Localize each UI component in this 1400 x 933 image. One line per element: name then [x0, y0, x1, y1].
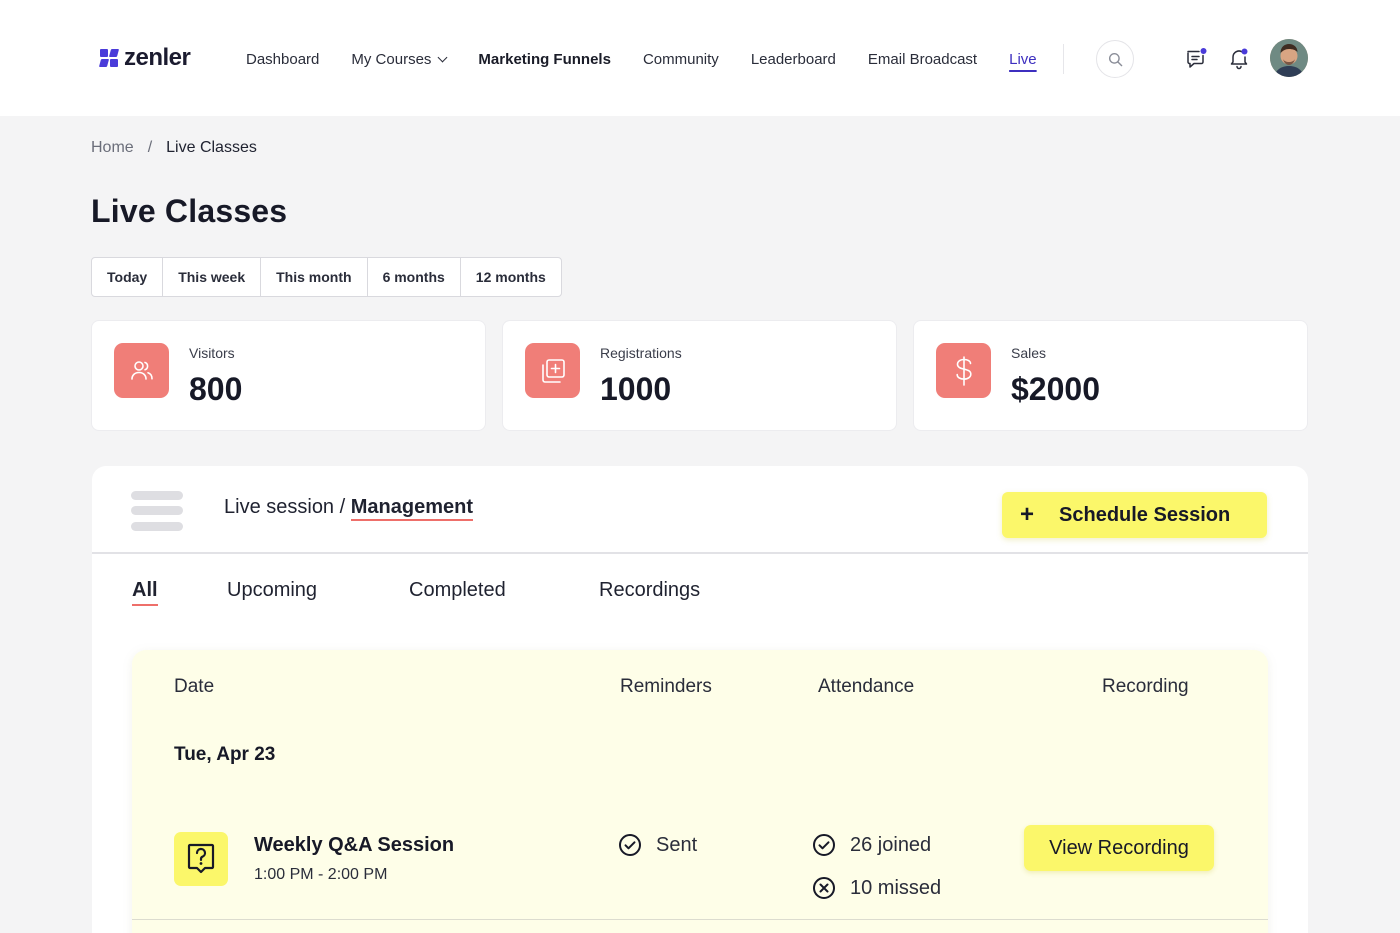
zenler-logo-icon: [98, 49, 120, 67]
reminder-status: Sent: [618, 833, 697, 857]
nav-item-dashboard[interactable]: Dashboard: [246, 46, 319, 72]
attendance-joined: 26 joined: [812, 833, 931, 857]
nav-divider: [1063, 44, 1064, 74]
column-header-reminders: Reminders: [620, 676, 712, 697]
page-title: Live Classes: [91, 193, 288, 229]
check-circle-icon: [619, 834, 641, 856]
zenler-logo[interactable]: zenler: [98, 44, 191, 72]
nav-item-label: My Courses: [351, 50, 432, 68]
stat-icon-tile: [114, 343, 169, 398]
logo-text: zenler: [124, 44, 191, 71]
bell-icon: [1230, 48, 1248, 70]
time-range-filter: Today This week This month 6 months 12 m…: [91, 257, 562, 297]
stat-value: 1000: [600, 371, 672, 407]
filter-this-month[interactable]: This month: [261, 258, 368, 296]
messages-button[interactable]: [1184, 46, 1208, 70]
users-icon: [130, 360, 153, 380]
nav-item-leaderboard[interactable]: Leaderboard: [751, 46, 836, 72]
nav-item-email-broadcast[interactable]: Email Broadcast: [868, 46, 977, 72]
x-circle-icon: [813, 877, 835, 899]
stat-icon-tile: [525, 343, 580, 398]
panel-title-management: Management: [350, 496, 473, 521]
check-circle-icon: [813, 834, 835, 856]
nav-item-label: Email Broadcast: [867, 50, 978, 68]
stat-label: Visitors: [189, 345, 235, 361]
panel-title-prefix: Live session /: [224, 496, 346, 518]
session-time: 1:00 PM - 2:00 PM: [254, 866, 388, 883]
stat-label: Sales: [1011, 345, 1047, 361]
attendance-missed-text: 10 missed: [850, 876, 942, 899]
nav-item-my-courses[interactable]: My Courses: [351, 46, 448, 72]
top-navigation-bar: zenler Dashboard My Courses Marketing Fu…: [0, 0, 1400, 116]
nav-item-live[interactable]: Live: [1009, 46, 1037, 72]
schedule-session-label: Schedule Session: [1059, 503, 1231, 526]
column-header-attendance: Attendance: [818, 676, 915, 697]
date-group-label: Tue, Apr 23: [174, 744, 276, 765]
nav-item-community[interactable]: Community: [643, 46, 719, 72]
stat-value: $2000: [1011, 371, 1100, 407]
session-name: Weekly Q&A Session: [254, 834, 455, 856]
filter-today[interactable]: Today: [92, 258, 164, 296]
tab-all[interactable]: All: [132, 579, 158, 606]
search-icon: [1108, 52, 1122, 66]
breadcrumb-home-link[interactable]: Home: [91, 139, 134, 157]
stat-label: Registrations: [600, 345, 682, 361]
search-button[interactable]: [1096, 40, 1134, 78]
column-header-recording: Recording: [1102, 676, 1189, 697]
sessions-table: Date Reminders Attendance Recording Tue,…: [132, 650, 1268, 933]
nav-item-label: Dashboard: [246, 50, 320, 68]
reminder-status-text: Sent: [656, 833, 698, 856]
panel-header: Live session / Management + Schedule Ses…: [92, 466, 1308, 554]
nav-item-label: Community: [642, 50, 719, 68]
stat-card-visitors: Visitors 800: [91, 320, 486, 431]
nav-item-label: Live: [1009, 50, 1037, 68]
nav-item-marketing-funnels[interactable]: Marketing Funnels: [478, 46, 611, 72]
column-header-date: Date: [174, 676, 215, 697]
view-recording-button[interactable]: View Recording: [1024, 825, 1214, 871]
breadcrumb-separator: /: [147, 139, 153, 156]
filter-12-months[interactable]: 12 months: [461, 258, 561, 296]
tab-upcoming[interactable]: Upcoming: [227, 579, 317, 602]
attendance-joined-text: 26 joined: [850, 833, 932, 856]
dollar-icon: [955, 355, 972, 386]
menu-icon[interactable]: [131, 491, 183, 533]
user-avatar[interactable]: [1270, 39, 1308, 77]
avatar-image: [1270, 39, 1308, 77]
stat-value: 800: [189, 371, 243, 407]
stat-card-sales: Sales $2000: [913, 320, 1308, 431]
panel-title: Live session / Management: [224, 496, 473, 521]
breadcrumb-current: Live Classes: [166, 139, 257, 156]
stat-icon-tile: [936, 343, 991, 398]
filter-6-months[interactable]: 6 months: [368, 258, 461, 296]
plus-icon: +: [1020, 501, 1035, 528]
table-row[interactable]: Weekly Q&A Session 1:00 PM - 2:00 PM Sen…: [132, 818, 1268, 920]
chat-icon: [1187, 48, 1207, 68]
nav-item-label: Leaderboard: [750, 50, 836, 68]
notifications-button[interactable]: [1228, 46, 1250, 70]
attendance-missed: 10 missed: [812, 876, 941, 900]
session-icon-tile: [174, 832, 228, 886]
add-registration-icon: [541, 358, 565, 383]
live-session-panel: Live session / Management + Schedule Ses…: [92, 466, 1308, 933]
filter-this-week[interactable]: This week: [163, 258, 262, 296]
session-tabs: All Upcoming Completed Recordings: [92, 579, 1308, 619]
main-nav: Dashboard My Courses Marketing Funnels C…: [246, 46, 1069, 72]
tab-recordings[interactable]: Recordings: [599, 579, 700, 602]
breadcrumb: Home / Live Classes: [91, 139, 257, 157]
question-bubble-icon: [187, 843, 215, 874]
chevron-down-icon: [437, 52, 448, 62]
tab-completed[interactable]: Completed: [409, 579, 506, 602]
nav-item-label: Marketing Funnels: [478, 50, 611, 68]
schedule-session-button[interactable]: + Schedule Session: [1002, 492, 1267, 538]
stat-card-registrations: Registrations 1000: [502, 320, 897, 431]
